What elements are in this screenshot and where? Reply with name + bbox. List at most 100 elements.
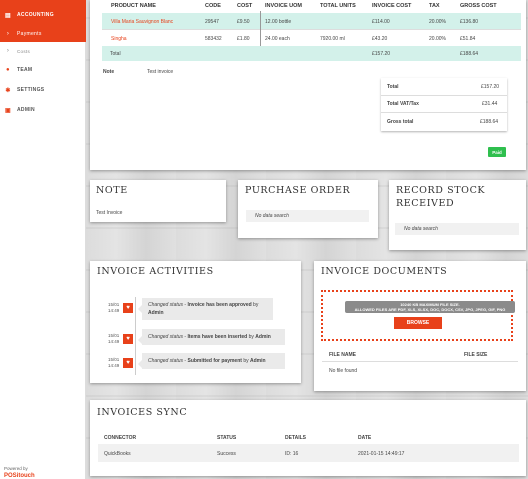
sidebar: ▤ ACCOUNTING › Payments › Costs ● TEAM ✱… — [0, 0, 86, 479]
sidebar-item-payments[interactable]: › Payments — [0, 27, 86, 41]
table-cell: ID: 16 — [285, 451, 299, 457]
table-cell: 583432 — [205, 36, 222, 42]
sidebar-item-label: SETTINGS — [17, 87, 45, 93]
row-divider — [102, 29, 521, 30]
activity-user: Admin — [250, 358, 266, 364]
panel-title: INVOICE DOCUMENTS — [321, 266, 448, 277]
activity-prefix: Changed status — [148, 302, 184, 308]
column-header: CONNECTOR — [104, 435, 137, 441]
empty-message: No data search — [395, 223, 519, 235]
total-row — [102, 46, 521, 61]
heart-icon: ♥ — [123, 334, 133, 344]
heart-icon: ♥ — [123, 303, 133, 313]
table-cell: 20.00% — [429, 19, 446, 25]
activity-date: 15/01 14:49 — [108, 333, 119, 345]
activity-item: 15/01 14:49 ♥ Changed status - Submitted … — [106, 353, 291, 375]
table-cell: £9.50 — [237, 19, 250, 25]
activity-time: 14:49 — [108, 339, 120, 344]
panel-title: RECORD STOCK — [396, 185, 486, 196]
table-cell: 2021-01-15 14:49:17 — [358, 451, 405, 457]
document-icon: ▤ — [5, 12, 11, 19]
activity-event: Submitted for payment — [187, 358, 242, 364]
panel-title: PURCHASE ORDER — [245, 185, 351, 196]
sidebar-item-settings[interactable]: ✱ SETTINGS — [0, 83, 86, 97]
column-header: STATUS — [217, 435, 237, 441]
activity-text: Changed status - Submitted for payment b… — [138, 353, 285, 369]
divider — [381, 112, 507, 113]
sidebar-item-costs[interactable]: › Costs — [0, 44, 86, 58]
table-cell: £51.84 — [460, 36, 476, 42]
powered-by-text: Powered by — [4, 466, 28, 471]
table-cell: Success — [217, 451, 236, 457]
table-row: QuickBooks Success ID: 16 2021-01-15 14:… — [98, 444, 519, 462]
chevron-right-icon: › — [6, 48, 10, 54]
summary-total-label: Total — [387, 84, 399, 90]
table-cell: 7920.00 ml — [320, 36, 345, 42]
record-stock-panel: RECORD STOCK RECEIVED No data search — [389, 180, 526, 250]
admin-icon: ▣ — [5, 107, 11, 114]
column-header: CODE — [205, 3, 221, 9]
column-header: FILE SIZE — [464, 352, 488, 358]
column-header: GROSS COST — [460, 3, 497, 9]
heart-icon: ♥ — [123, 358, 133, 368]
table-cell: 12.00 bottle — [265, 19, 292, 25]
sidebar-item-admin[interactable]: ▣ ADMIN — [0, 103, 86, 117]
totals-summary: Total £157.20 Total VAT/Tax £31.44 Gross… — [381, 78, 507, 131]
purchase-order-panel: PURCHASE ORDER No data search — [238, 180, 378, 238]
activity-day: 15/01 — [108, 302, 120, 307]
activity-prefix: Changed status — [148, 334, 184, 340]
product-link[interactable]: Singha — [111, 36, 127, 42]
brand-logo: POSitouch — [4, 473, 35, 479]
activity-event: Invoice has been approved — [187, 302, 252, 308]
table-cell: 20.00% — [429, 36, 446, 42]
column-header: FILE NAME — [329, 352, 356, 358]
activity-event: Items have been inserted — [187, 334, 248, 340]
product-link[interactable]: Villa Maria Sauvignon Blanc — [111, 19, 173, 25]
empty-message: No data search — [246, 210, 369, 222]
sidebar-item-team[interactable]: ● TEAM — [0, 63, 86, 77]
activity-day: 15/01 — [108, 333, 120, 338]
note-text: Test Invoice — [96, 210, 123, 216]
table-cell: 29547 — [205, 19, 219, 25]
summary-vat-label: Total VAT/Tax — [387, 101, 419, 107]
empty-message: No file found — [329, 368, 358, 374]
paid-button[interactable]: Paid — [488, 147, 506, 157]
activity-by: by — [251, 302, 259, 308]
panel-title: INVOICES SYNC — [97, 407, 188, 418]
activity-date: 15/01 14:49 — [108, 357, 119, 369]
activity-text: Changed status - Invoice has been approv… — [138, 298, 273, 320]
table-cell: £114.00 — [372, 19, 390, 25]
row-divider — [322, 361, 518, 362]
activity-item: 15/01 14:49 ♥ Changed status - Invoice ha… — [106, 298, 291, 320]
panel-title: INVOICE ACTIVITIES — [97, 266, 214, 277]
invoices-sync-panel: INVOICES SYNC CONNECTOR STATUS DETAILS D… — [90, 400, 526, 476]
file-drop-zone[interactable]: 10240 KB MAXIMUM FILE SIZE. ALLOWED FILE… — [321, 290, 515, 341]
column-header: COST — [237, 3, 253, 9]
sidebar-item-accounting[interactable]: ▤ ACCOUNTING — [0, 8, 86, 22]
activity-date: 15/01 14:49 — [108, 302, 119, 314]
note-label: Note — [103, 69, 115, 75]
column-header: TAX — [429, 3, 440, 9]
divider — [381, 95, 507, 96]
users-icon: ● — [6, 67, 10, 73]
table-cell: £1.80 — [237, 36, 250, 42]
column-header: DATE — [358, 435, 372, 441]
sidebar-item-label: ADMIN — [17, 107, 35, 113]
chevron-right-icon: › — [6, 31, 10, 37]
summary-vat-value: £31.44 — [482, 101, 498, 107]
panel-title: NOTE — [96, 185, 128, 196]
summary-total-value: £157.20 — [481, 84, 500, 90]
total-invoice-cost: £157.20 — [372, 51, 391, 57]
sidebar-item-label: Costs — [17, 48, 31, 54]
upload-info: 10240 KB MAXIMUM FILE SIZE. ALLOWED FILE… — [345, 301, 515, 313]
activity-text: Changed status - Items have been inserte… — [138, 329, 285, 345]
activity-user: Admin — [148, 310, 164, 316]
column-divider — [260, 11, 261, 46]
column-header: INVOICE UOM — [265, 3, 302, 9]
activity-item: 15/01 14:49 ♥ Changed status - Items have… — [106, 329, 291, 351]
browse-button[interactable]: BROWSE — [394, 317, 442, 329]
table-cell: £136.80 — [460, 19, 479, 25]
sidebar-item-label: ACCOUNTING — [17, 12, 54, 18]
sidebar-item-label: Payments — [17, 31, 42, 37]
allowed-types-text: ALLOWED FILES ARE PDF, XLS, XLSX, DOC, D… — [354, 307, 506, 312]
